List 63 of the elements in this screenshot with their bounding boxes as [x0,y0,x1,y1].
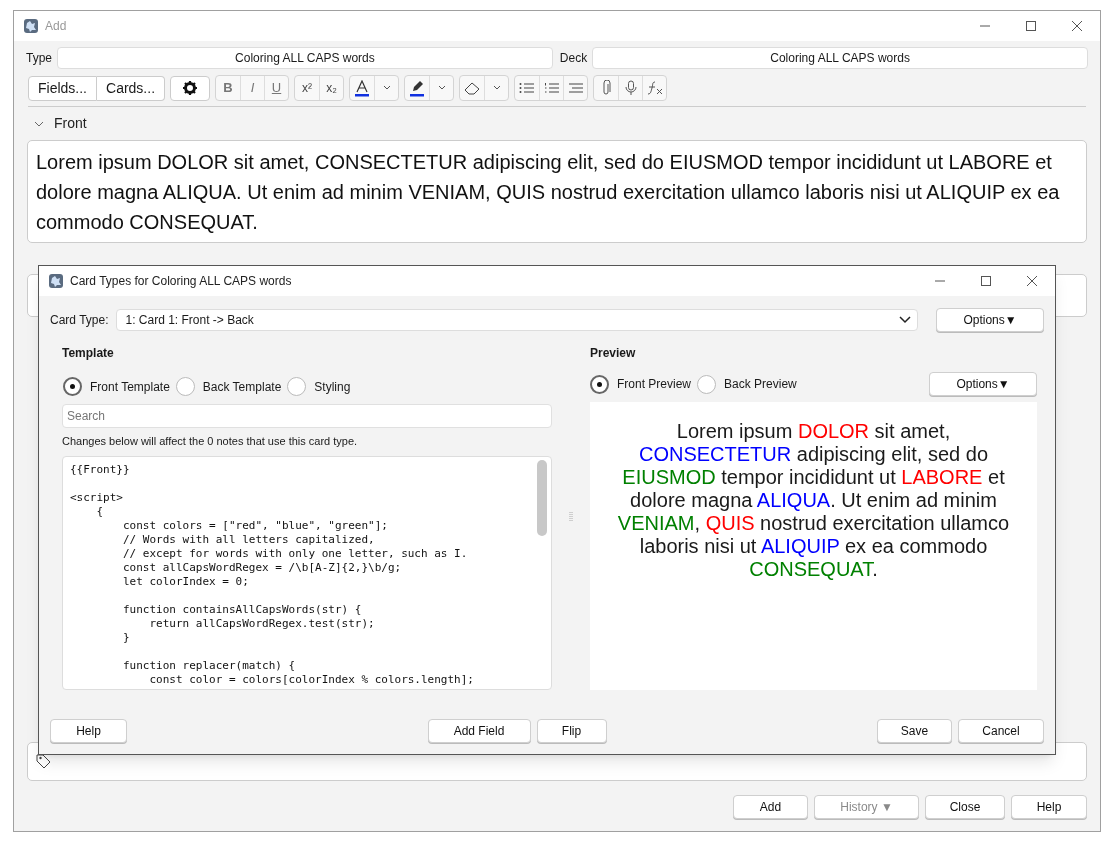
code-text: {{Front}} <script> { const colors = ["red", "blue", "green"]; // Words with all letters capitalized, // except for words with only one letter, such as I. const allCapsWordRegex = /\b[A-Z]{2,}\b/g; let colorIndex = 0; function containsAllCapsWords(str) { return allCapsWordRegex.test(str); } function replacer(match) { const color = colors[colorIndex % colors.length]; [69,461,474,688]
caret-icon [899,316,911,324]
card-type-dropdown[interactable]: 1: Card 1: Front -> Back [116,309,918,331]
superscript-button[interactable]: x² [295,76,320,100]
app-icon [48,273,64,289]
field-label: Front [54,114,87,133]
section-heading: Template [62,345,115,362]
window-title: Card Types for Coloring ALL CAPS words [70,273,292,290]
radio-option[interactable]: Back Template [175,377,282,396]
notice-text: Changes below will affect the 0 notes that use this card type. [62,434,359,449]
notetype-selector[interactable]: Coloring ALL CAPS words [57,47,553,69]
button[interactable]: Help [50,719,127,743]
radio-option[interactable]: Styling [287,377,351,396]
button[interactable]: Cancel [958,719,1044,743]
button[interactable]: Add [733,795,808,819]
radio-option[interactable]: Front Preview [590,374,692,394]
search-field[interactable]: Search [62,404,552,428]
radio-button[interactable] [590,374,609,394]
microphone-icon[interactable] [624,80,637,96]
radio-option[interactable]: Back Preview [697,374,797,394]
radio-button[interactable] [287,377,307,396]
scrollbar-thumb[interactable] [537,459,547,536]
app-icon [23,18,39,34]
card-type-label: Card Type: [50,312,109,329]
preview-text: Lorem ipsum DOLOR sit amet, CONSECTETUR adipiscing elit, sed do EIUSMOD tempor incididunt ut LABORE et dolore magna ALIQUA. Ut enim ad minim VENIAM, QUIS nostrud exercitation ullamco laboris nisi ut ALIQUIP ex ea commodo CONSEQUAT. [616,420,1011,581]
italic-button[interactable]: I [240,76,265,100]
caret-icon[interactable] [492,85,501,91]
radio-button[interactable] [63,377,82,396]
settings-icon [183,81,198,95]
caret-icon[interactable] [382,85,391,91]
text-color-icon[interactable] [354,79,371,97]
button[interactable]: Save [877,719,952,743]
function-icon[interactable] [645,80,664,96]
deck-selector[interactable]: Coloring ALL CAPS words [592,47,1088,69]
code-editor[interactable] [62,455,552,690]
deck-label: Deck [559,50,588,67]
type-label: Type [26,50,52,67]
collapse-chevron-icon[interactable] [34,120,44,127]
tag-icon [36,753,52,769]
caret-icon[interactable] [437,85,446,91]
radio-button[interactable] [175,377,195,396]
button[interactable]: Flip [536,719,607,743]
front-field[interactable]: Lorem ipsum DOLOR sit amet, CONSECTETUR adipiscing elit, sed do EIUSMOD tempor incididunt ut LABORE et dolore magna ALIQUA. Ut enim ad minim VENIAM, QUIS nostrud exercitation ullamco laboris nisi ut ALIQUIP ex ea commodo CONSEQUAT. [27,140,1087,243]
window-title: Add [45,18,67,35]
highlighter-icon[interactable] [409,79,426,97]
radio-option[interactable]: Front Template [63,377,170,396]
button[interactable]: Add Field [427,719,531,743]
splitter-handle-icon[interactable] [569,512,573,522]
underline-button[interactable]: U [264,76,289,100]
options-button[interactable]: Options▼ [929,372,1037,396]
settings-button[interactable] [170,75,211,101]
radio-button[interactable] [697,374,717,394]
fields-button[interactable]: Fields... [28,75,97,101]
section-heading: Preview [590,345,637,362]
button[interactable]: Help [1011,795,1087,819]
bullet-list-icon[interactable] [519,82,536,94]
cards-button[interactable]: Cards... [97,75,166,101]
button[interactable]: Close [925,795,1005,819]
options-button[interactable]: Options▼ [936,308,1044,332]
eraser-icon[interactable] [463,81,482,95]
paperclip-icon[interactable] [600,80,613,96]
bold-button[interactable]: B [216,76,241,100]
subscript-button[interactable]: x₂ [319,76,344,100]
